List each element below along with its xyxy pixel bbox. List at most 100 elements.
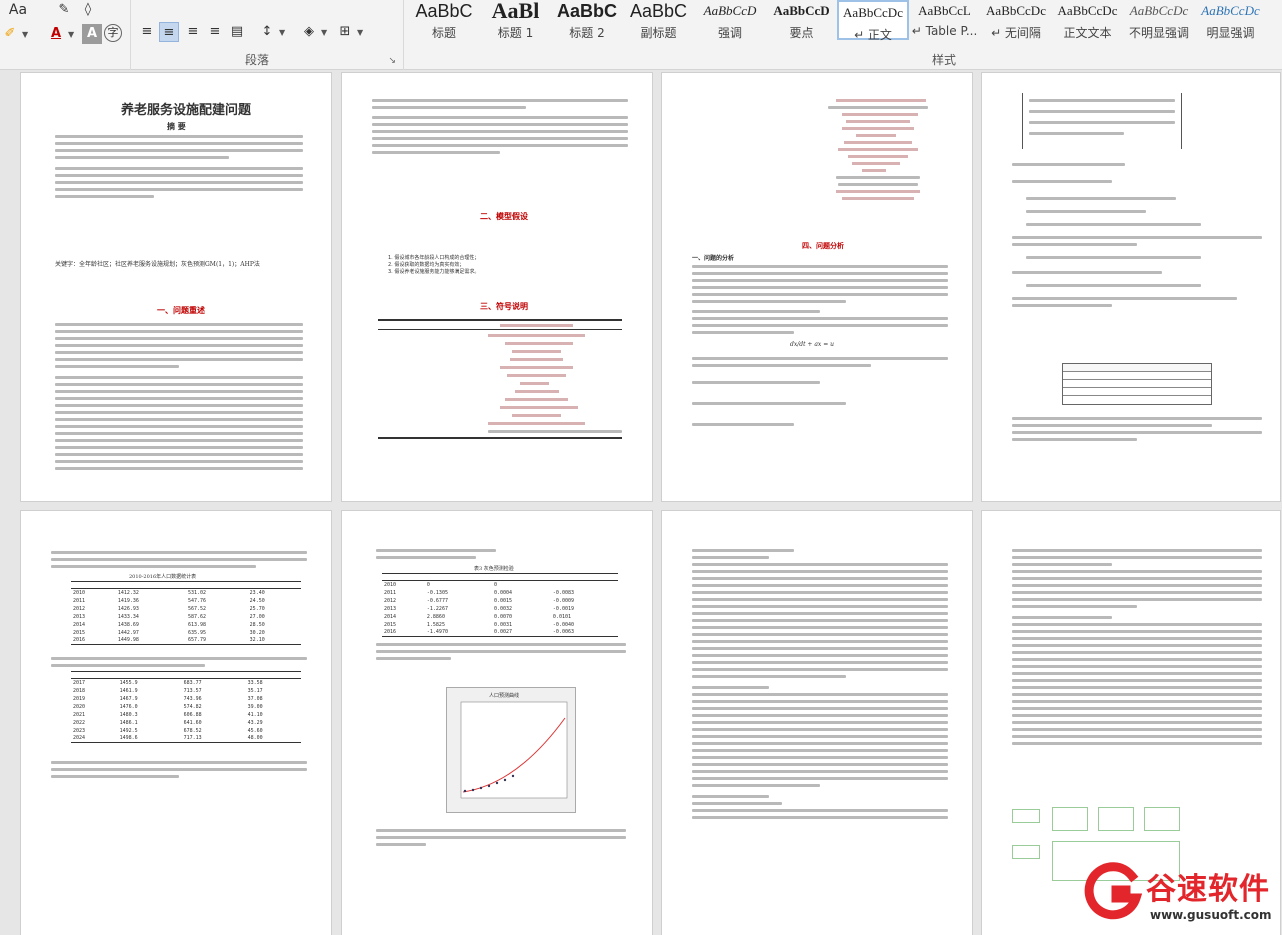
page-4[interactable] bbox=[981, 72, 1281, 502]
style-name: 标题 2 bbox=[569, 26, 605, 40]
style-item[interactable]: AaBl 标题 1 bbox=[480, 0, 552, 40]
table-cell: -0.6777 bbox=[426, 597, 448, 604]
table-cell: 0.0015 bbox=[493, 597, 512, 604]
body-text bbox=[692, 549, 948, 823]
align-left-icon[interactable]: ≡ bbox=[137, 22, 157, 42]
chevron-down-icon[interactable]: ▼ bbox=[68, 30, 74, 39]
table-cell: 641.60 bbox=[183, 719, 202, 726]
style-item[interactable]: AaBbCcDc 不明显强调 bbox=[1123, 0, 1195, 40]
chevron-down-icon[interactable]: ▼ bbox=[321, 28, 327, 37]
table-cell: -0.0083 bbox=[552, 589, 574, 596]
style-item[interactable]: AaBbCcDc ↵ 无间隔 bbox=[980, 0, 1052, 40]
page-5[interactable]: 2010-2016年人口数据统计表 2010 1412.32 531.02 23.40… bbox=[20, 510, 332, 935]
page-7[interactable] bbox=[661, 510, 973, 935]
font-color-button[interactable]: A bbox=[46, 24, 66, 44]
data-point bbox=[511, 774, 515, 778]
table-cell: 35.17 bbox=[247, 687, 263, 694]
borders-icon[interactable]: ⊞ bbox=[335, 22, 355, 42]
chevron-down-icon[interactable]: ▼ bbox=[22, 30, 28, 39]
style-preview: AaBbCcDc bbox=[986, 3, 1046, 18]
body-text bbox=[372, 99, 628, 158]
dialog-launcher-icon[interactable]: ↘ bbox=[388, 56, 396, 66]
enclose-char-button[interactable]: 字 bbox=[104, 24, 122, 42]
clear-format-icon[interactable]: ◊ bbox=[78, 0, 98, 20]
table-cell: 2018 bbox=[73, 687, 86, 694]
table-cell: 0.0004 bbox=[493, 589, 512, 596]
style-preview: AaBbCcDc bbox=[1129, 3, 1189, 18]
table-row: 2021 1480.3 606.88 41.10 bbox=[71, 711, 301, 719]
style-item[interactable]: AaBbCcDc 正文文本 bbox=[1052, 0, 1124, 40]
table-cell: 635.95 bbox=[187, 629, 207, 636]
data-point bbox=[503, 778, 507, 782]
table-cell bbox=[551, 581, 618, 589]
page-2[interactable]: 二、模型假设 1. 假设城市各年龄段人口构成的合理性； 2. 假设获取的数据均为真… bbox=[341, 72, 653, 502]
paragraph-group: ≡ ≡ ≡ ≡ ▤ ↕ ▼ ◈ ▼ ⊞ ▼ 段落 ↘ bbox=[130, 0, 400, 70]
chevron-down-icon[interactable]: ▼ bbox=[279, 28, 285, 37]
distributed-icon[interactable]: ▤ bbox=[227, 22, 247, 42]
style-item[interactable]: AaBbC 副标题 bbox=[623, 0, 695, 40]
assumption-item: 2. 假设获取的数据均为真实有效； bbox=[388, 262, 465, 268]
table-cell: 717.13 bbox=[183, 735, 202, 742]
table-cell: 0 bbox=[493, 581, 497, 588]
body-text bbox=[1012, 417, 1262, 445]
style-item[interactable]: AaBbCcDc 明显强调 bbox=[1195, 0, 1267, 40]
style-item[interactable]: AaBbCcDc ↵ 正文 bbox=[837, 0, 909, 42]
style-name: 要点 bbox=[789, 26, 814, 40]
style-item[interactable]: AaBbC 标题 bbox=[408, 0, 480, 40]
page-3[interactable]: 四、问题分析 一、问题的分析 dx/dt + ax = u bbox=[661, 72, 973, 502]
style-item[interactable]: AaBbCcD 强调 bbox=[694, 0, 766, 40]
page-6[interactable]: 表3 灰色预测检验 2010 0 0 2011 -0.1305 0.0004 -0.0083… bbox=[341, 510, 653, 935]
table-cell: -0.0019 bbox=[552, 605, 574, 612]
style-name: 正文文本 bbox=[1063, 26, 1112, 40]
table-row: 2010 0 0 bbox=[382, 581, 618, 589]
page-1[interactable]: 养老服务设施配建问题 摘 要 关键字：全年龄社区；社区养老服务设施规划；灰色预测… bbox=[20, 72, 332, 502]
table-cell: 2013 bbox=[73, 613, 86, 620]
document-area[interactable]: 养老服务设施配建问题 摘 要 关键字：全年龄社区；社区养老服务设施规划；灰色预测… bbox=[0, 71, 1282, 935]
table-cell: -1.4970 bbox=[426, 629, 448, 636]
shading-bucket-icon[interactable]: ◈ bbox=[299, 22, 319, 42]
table-cell: 2012 bbox=[73, 605, 86, 612]
body-text bbox=[376, 549, 576, 563]
table-cell: 0.0032 bbox=[493, 605, 512, 612]
change-case-button[interactable]: Aa bbox=[4, 0, 32, 20]
char-shading-button[interactable]: A bbox=[82, 24, 102, 44]
table-cell: 2015 bbox=[73, 629, 86, 636]
table-cell: 2011 bbox=[384, 589, 397, 596]
align-right-icon[interactable]: ≡ bbox=[183, 22, 203, 42]
style-item[interactable]: AaBbCcL ↵ Table P... bbox=[909, 0, 981, 40]
style-name: 强调 bbox=[717, 26, 742, 40]
abstract-heading: 摘 要 bbox=[167, 121, 186, 131]
table-cell: 2.8860 bbox=[426, 613, 445, 620]
grade-table bbox=[1062, 363, 1212, 405]
table-cell: 2024 bbox=[73, 735, 86, 742]
line-spacing-icon[interactable]: ↕ bbox=[257, 22, 277, 42]
table-cell: 1498.6 bbox=[119, 735, 138, 742]
table-cell: 43.29 bbox=[247, 719, 263, 726]
table-cell: 1455.9 bbox=[119, 679, 138, 686]
assumption-item: 3. 假设养老设施服务能力能够满足需求。 bbox=[388, 269, 480, 275]
style-name: 副标题 bbox=[640, 26, 677, 40]
style-preview: AaBbC bbox=[415, 1, 473, 21]
style-preview: AaBbCcDc bbox=[1201, 3, 1260, 18]
highlighter-color-icon[interactable]: ✐ bbox=[0, 24, 20, 44]
style-name: ↵ Table P... bbox=[911, 24, 978, 38]
table-cell: 32.10 bbox=[249, 637, 265, 644]
table-caption: 2010-2016年人口数据统计表 bbox=[129, 574, 197, 580]
table-cell: 713.57 bbox=[183, 687, 202, 694]
style-item[interactable]: AaBbC 标题 2 bbox=[551, 0, 623, 40]
body-text bbox=[376, 829, 626, 850]
style-item[interactable]: AaBbCcD 要点 bbox=[766, 0, 838, 40]
align-center-icon[interactable]: ≡ bbox=[159, 22, 179, 42]
style-preview: AaBbCcDc bbox=[843, 5, 903, 20]
chevron-down-icon[interactable]: ▼ bbox=[357, 28, 363, 37]
table-cell: 1476.0 bbox=[119, 703, 138, 710]
test-table: 2010 0 0 2011 -0.1305 0.0004 -0.0083 2012 -0.677… bbox=[382, 573, 618, 637]
table-cell: 1467.9 bbox=[119, 695, 138, 702]
justify-icon[interactable]: ≡ bbox=[205, 22, 225, 42]
table-cell: 37.08 bbox=[247, 695, 263, 702]
style-preview: AaBl bbox=[491, 0, 540, 22]
matrix-formula bbox=[1022, 93, 1182, 149]
highlight-icon[interactable]: ✎ bbox=[54, 0, 74, 20]
table-row: 2017 1455.9 683.77 33.58 bbox=[71, 679, 301, 687]
table-cell: 2023 bbox=[73, 727, 86, 734]
